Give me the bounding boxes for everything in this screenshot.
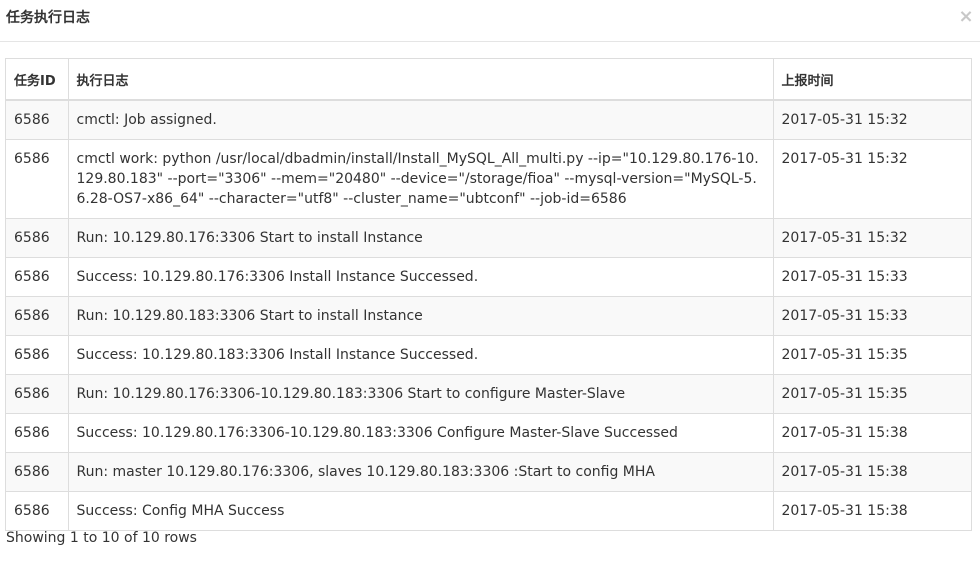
pagination-info: Showing 1 to 10 of 10 rows [6, 530, 197, 546]
log-message-cell: cmctl work: python /usr/local/dbadmin/in… [68, 139, 774, 219]
log-message-cell: Success: 10.129.80.176:3306-10.129.80.18… [68, 413, 774, 453]
table-row: 6586 Run: 10.129.80.176:3306 Start to ins… [6, 218, 971, 258]
report-time-cell: 2017-05-31 15:33 [773, 257, 971, 297]
log-message-cell: Run: 10.129.80.176:3306-10.129.80.183:33… [68, 374, 774, 414]
task-id-cell: 6586 [6, 100, 69, 140]
table-row: 6586 Success: 10.129.80.176:3306-10.129.8… [6, 413, 971, 453]
report-time-cell: 2017-05-31 15:32 [773, 218, 971, 258]
report-time-cell: 2017-05-31 15:33 [773, 296, 971, 336]
task-id-cell: 6586 [6, 218, 69, 258]
report-time-cell: 2017-05-31 15:32 [773, 139, 971, 219]
report-time-cell: 2017-05-31 15:32 [773, 100, 971, 140]
task-id-cell: 6586 [6, 452, 69, 492]
task-log-modal: 任务执行日志 × 任务ID 执行日志 上报时间 6586 cmctl: Job a… [0, 0, 980, 564]
table-row: 6586 cmctl work: python /usr/local/dbadmi… [6, 139, 971, 219]
table-row: 6586 Success: 10.129.80.183:3306 Install … [6, 335, 971, 375]
table-row: 6586 cmctl: Job assigned. 2017-05-31 15:32 [6, 100, 971, 140]
table-row: 6586 Run: 10.129.80.176:3306-10.129.80.18… [6, 374, 971, 414]
report-time-cell: 2017-05-31 15:38 [773, 452, 971, 492]
header-row: 任务ID 执行日志 上报时间 [6, 59, 971, 101]
task-id-cell: 6586 [6, 257, 69, 297]
task-id-cell: 6586 [6, 491, 69, 530]
report-time-cell: 2017-05-31 15:35 [773, 335, 971, 375]
table-header: 任务ID 执行日志 上报时间 [6, 59, 971, 101]
modal-header: 任务执行日志 × [0, 0, 980, 42]
log-message-cell: cmctl: Job assigned. [68, 100, 774, 140]
task-id-cell: 6586 [6, 374, 69, 414]
log-message-cell: Run: 10.129.80.183:3306 Start to install… [68, 296, 774, 336]
log-message-cell: Run: 10.129.80.176:3306 Start to install… [68, 218, 774, 258]
table-row: 6586 Run: master 10.129.80.176:3306, slav… [6, 452, 971, 492]
modal-title: 任务执行日志 [6, 10, 90, 26]
task-id-cell: 6586 [6, 296, 69, 336]
close-icon[interactable]: × [958, 6, 974, 28]
report-time-cell: 2017-05-31 15:38 [773, 413, 971, 453]
log-message-cell: Success: Config MHA Success [68, 491, 774, 530]
task-id-cell: 6586 [6, 335, 69, 375]
log-message-cell: Success: 10.129.80.183:3306 Install Inst… [68, 335, 774, 375]
report-time-cell: 2017-05-31 15:38 [773, 491, 971, 530]
report-time-cell: 2017-05-31 15:35 [773, 374, 971, 414]
log-table-container: 任务ID 执行日志 上报时间 6586 cmctl: Job assigned. 2… [5, 58, 972, 531]
column-header-log[interactable]: 执行日志 [68, 59, 774, 101]
table-row: 6586 Success: 10.129.80.176:3306 Install … [6, 257, 971, 297]
task-id-cell: 6586 [6, 413, 69, 453]
table-row: 6586 Run: 10.129.80.183:3306 Start to ins… [6, 296, 971, 336]
log-message-cell: Success: 10.129.80.176:3306 Install Inst… [68, 257, 774, 297]
table-row: 6586 Success: Config MHA Success 2017-05-3… [6, 491, 971, 530]
log-message-cell: Run: master 10.129.80.176:3306, slaves 1… [68, 452, 774, 492]
column-header-report-time[interactable]: 上报时间 [773, 59, 971, 101]
table-body: 6586 cmctl: Job assigned. 2017-05-31 15:32… [6, 100, 971, 530]
column-header-task-id[interactable]: 任务ID [6, 59, 69, 101]
log-table: 任务ID 执行日志 上报时间 6586 cmctl: Job assigned. 2… [6, 59, 971, 530]
task-id-cell: 6586 [6, 139, 69, 219]
